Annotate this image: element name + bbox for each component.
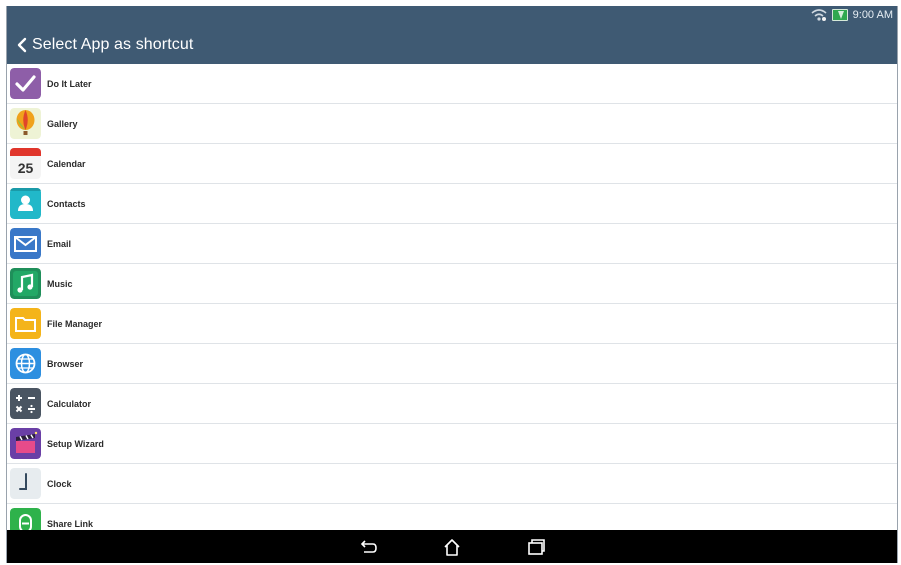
app-label: Browser [47, 358, 84, 369]
calculator-icon [10, 388, 41, 419]
app-item-calendar[interactable]: 25 Calendar [7, 144, 897, 184]
wifi-icon [811, 9, 827, 21]
app-item-setup-wizard[interactable]: Setup Wizard [7, 424, 897, 464]
app-label: Setup Wizard [47, 438, 104, 449]
globe-icon [10, 348, 41, 379]
battery-charging-icon [831, 9, 848, 21]
clock-icon [10, 468, 41, 499]
nav-home-icon[interactable] [441, 536, 463, 558]
balloon-icon [10, 108, 41, 139]
music-note-icon [10, 268, 41, 299]
envelope-icon [10, 228, 41, 259]
navigation-bar [7, 530, 897, 563]
app-item-clock[interactable]: Clock [7, 464, 897, 504]
status-indicators: 9:00 AM [811, 9, 893, 21]
app-item-do-it-later[interactable]: Do It Later [7, 64, 897, 104]
app-item-contacts[interactable]: Contacts [7, 184, 897, 224]
app-label: Email [47, 238, 72, 249]
app-item-music[interactable]: Music [7, 264, 897, 304]
app-item-gallery[interactable]: Gallery [7, 104, 897, 144]
app-item-browser[interactable]: Browser [7, 344, 897, 384]
clapper-icon [10, 428, 41, 459]
nav-back-icon[interactable] [357, 536, 379, 558]
app-label: Music [47, 278, 73, 289]
app-item-email[interactable]: Email [7, 224, 897, 264]
page-title: Select App as shortcut [32, 36, 194, 53]
app-label: Calendar [47, 158, 86, 169]
app-label: Contacts [47, 198, 86, 209]
status-bar: 9:00 AM [7, 6, 897, 26]
status-time: 9:00 AM [852, 9, 893, 21]
nav-recents-icon[interactable] [525, 536, 547, 558]
back-chevron-icon[interactable] [13, 35, 31, 55]
header: Select App as shortcut [7, 26, 897, 64]
app-label: File Manager [47, 318, 103, 329]
folder-icon [10, 308, 41, 339]
app-list: Do It Later Gallery 25 Calendar Contacts [7, 64, 897, 544]
app-label: Gallery [47, 118, 78, 129]
app-label: Clock [47, 478, 72, 489]
checkmark-icon [10, 68, 41, 99]
calendar-icon: 25 [10, 148, 41, 179]
app-label: Do It Later [47, 78, 92, 89]
app-label: Share Link [47, 518, 94, 529]
app-item-calculator[interactable]: Calculator [7, 384, 897, 424]
app-window: 9:00 AM Select App as shortcut Do It Lat… [6, 6, 898, 563]
calendar-day: 25 [18, 160, 34, 176]
person-icon [10, 188, 41, 219]
app-item-file-manager[interactable]: File Manager [7, 304, 897, 344]
app-label: Calculator [47, 398, 92, 409]
